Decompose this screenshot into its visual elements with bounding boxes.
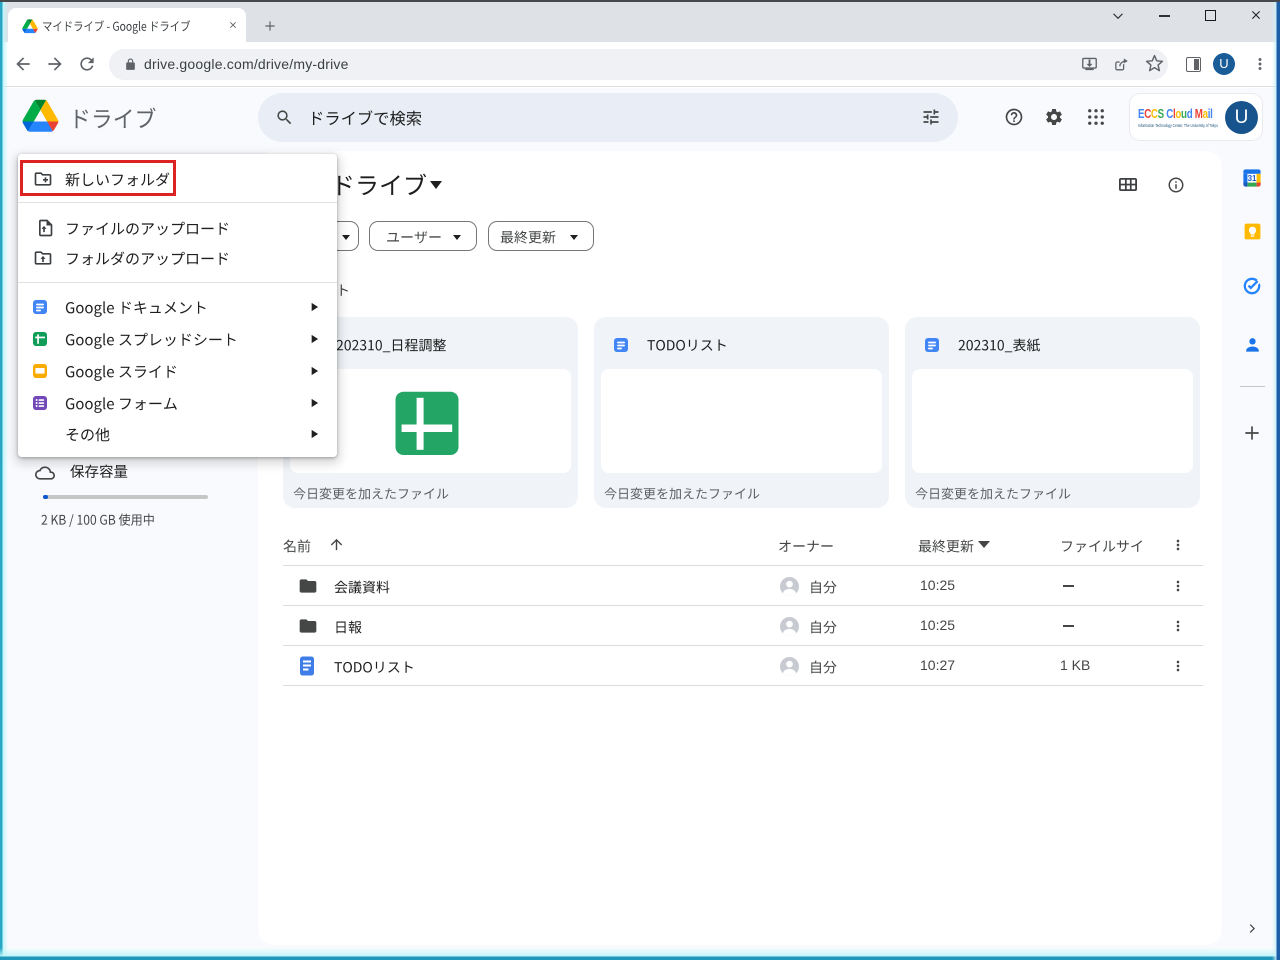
svg-text:31: 31: [1248, 174, 1257, 183]
